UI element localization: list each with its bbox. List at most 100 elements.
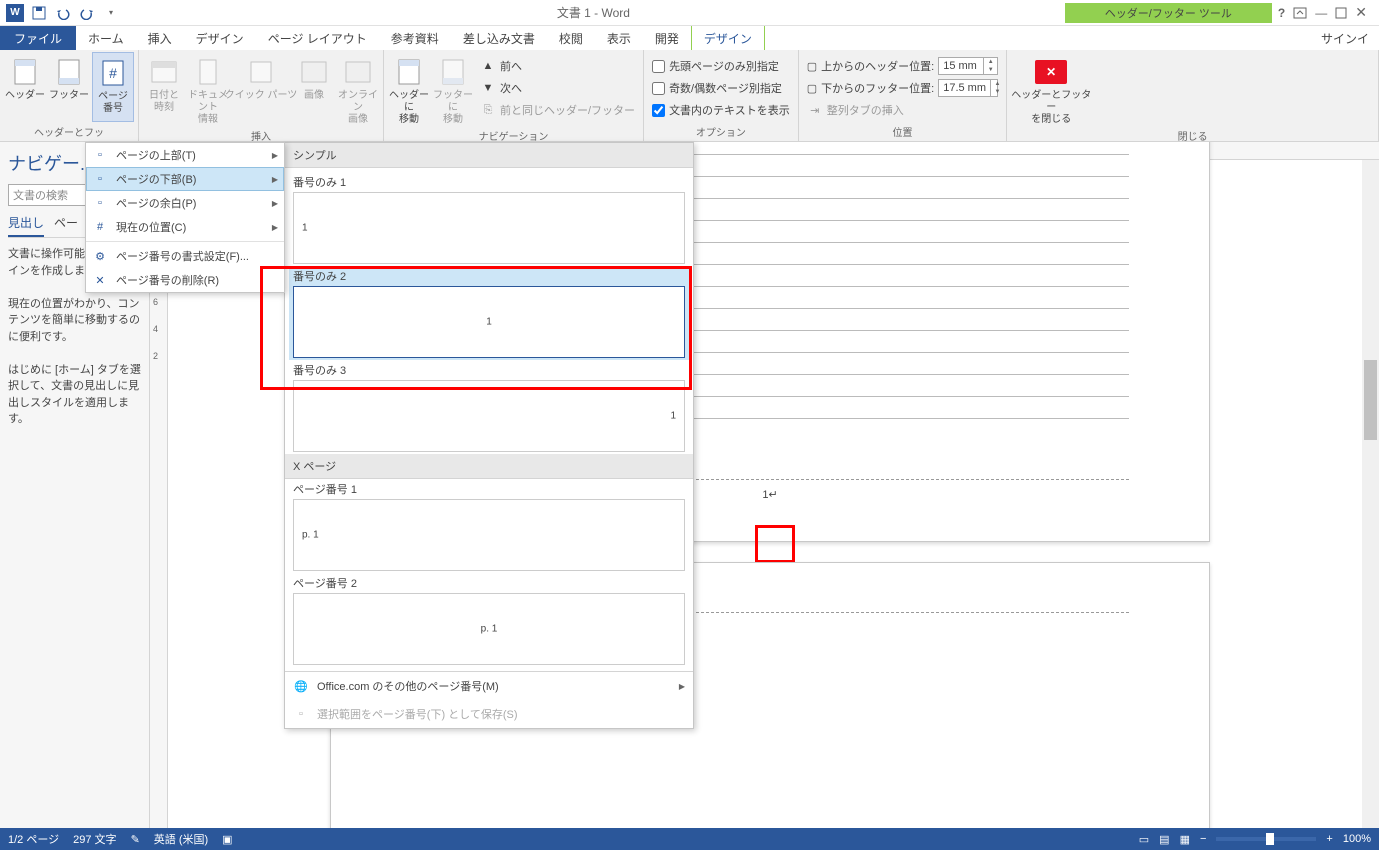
vertical-scrollbar[interactable] — [1362, 160, 1379, 828]
ribbon-tabs: ファイル ホーム 挿入 デザイン ページ レイアウト 参考資料 差し込み文書 校… — [0, 26, 1379, 50]
footer-from-bottom-input[interactable]: 17.5 mm▲▼ — [938, 79, 998, 97]
status-language[interactable]: 英語 (米国) — [154, 831, 208, 847]
menu-remove-page-number[interactable]: ✕ページ番号の削除(R) — [86, 268, 284, 292]
menu-format-page-number[interactable]: ⚙ページ番号の書式設定(F)... — [86, 244, 284, 268]
gallery-item-number-only-1[interactable]: 番号のみ 1 1 — [289, 172, 689, 266]
page-number-dropdown: ▫ページの上部(T)▶ ▫ページの下部(B)▶ ▫ページの余白(P)▶ #現在の… — [85, 142, 285, 293]
context-tool-title: ヘッダー/フッター ツール — [1065, 3, 1272, 23]
group-header-footer: ヘッダー フッター #ページ 番号 ヘッダーとフッ — [0, 50, 139, 141]
maximize-icon[interactable] — [1335, 7, 1347, 19]
gallery-office-more[interactable]: 🌐Office.com のその他のページ番号(M)▶ — [285, 672, 693, 700]
format-icon: ⚙ — [92, 248, 108, 264]
menu-page-bottom[interactable]: ▫ページの下部(B)▶ — [86, 167, 284, 191]
chevron-right-icon: ▶ — [272, 175, 278, 184]
status-proofing-icon[interactable]: ✎ — [131, 833, 140, 846]
page-number-gallery: シンプル 番号のみ 1 1 番号のみ 2 1 番号のみ 3 1 X ページ ペー… — [284, 142, 694, 729]
header-from-top-label: 上からのヘッダー位置: — [821, 58, 934, 74]
datetime-button[interactable]: 日付と 時刻 — [143, 52, 185, 126]
online-picture-button[interactable]: オンライン 画像 — [337, 52, 379, 126]
footer-button[interactable]: フッター — [48, 52, 90, 122]
footer-from-bottom-icon: ▢ — [807, 82, 817, 95]
status-words[interactable]: 297 文字 — [73, 831, 116, 847]
menu-current-position[interactable]: #現在の位置(C)▶ — [86, 215, 284, 239]
undo-icon[interactable] — [52, 2, 74, 24]
page-number-button[interactable]: #ページ 番号 — [92, 52, 134, 122]
status-macro-icon[interactable]: ▣ — [222, 833, 232, 846]
remove-icon: ✕ — [92, 272, 108, 288]
gallery-item-number-only-2[interactable]: 番号のみ 2 1 — [289, 266, 689, 360]
picture-button[interactable]: 画像 — [293, 52, 335, 126]
nav-tab-pages[interactable]: ペー — [54, 214, 78, 237]
window-controls: ? — ✕ — [1278, 4, 1379, 21]
diff-first-page-checkbox[interactable]: 先頭ページのみ別指定 — [648, 56, 794, 76]
spin-down-icon[interactable]: ▼ — [983, 66, 997, 74]
group-position: ▢ 上からのヘッダー位置: 15 mm▲▼ ▢ 下からのフッター位置: 17.5… — [799, 50, 1007, 141]
tab-hf-design[interactable]: デザイン — [691, 26, 765, 50]
minimize-icon[interactable]: — — [1315, 6, 1327, 20]
help-icon[interactable]: ? — [1278, 6, 1285, 20]
next-section-button[interactable]: ▼次へ — [476, 78, 639, 98]
footer-from-bottom-label: 下からのフッター位置: — [821, 80, 934, 96]
footer-from-bottom-row: ▢ 下からのフッター位置: 17.5 mm▲▼ — [803, 78, 1002, 98]
gallery-item-page-number-2[interactable]: ページ番号 2 p. 1 — [289, 573, 689, 667]
footer-page-number: 1 — [762, 489, 768, 501]
signin-link[interactable]: サインイ — [1321, 26, 1379, 50]
title-bar: W ▾ 文書 1 - Word ヘッダー/フッター ツール ? — ✕ — [0, 0, 1379, 26]
prev-section-button[interactable]: ▲前へ — [476, 56, 639, 76]
spin-up-icon[interactable]: ▲ — [990, 80, 1004, 88]
zoom-level[interactable]: 100% — [1343, 833, 1371, 845]
tab-mailings[interactable]: 差し込み文書 — [451, 26, 547, 50]
view-read-icon[interactable]: ▭ — [1139, 833, 1149, 846]
tab-home[interactable]: ホーム — [76, 26, 136, 50]
main-area: ナビゲー... 文書の検索 🔍 見出し ペー 文書に操作可能なアウトラインを作成… — [0, 142, 1379, 828]
view-print-icon[interactable]: ▤ — [1159, 833, 1169, 846]
status-page[interactable]: 1/2 ページ — [8, 831, 59, 847]
close-hf-button[interactable]: ✕ ヘッダーとフッター を閉じる — [1011, 52, 1091, 126]
tab-developer[interactable]: 開発 — [643, 26, 691, 50]
tab-view[interactable]: 表示 — [595, 26, 643, 50]
goto-header-button[interactable]: ヘッダーに 移動 — [388, 52, 430, 126]
gallery-item-number-only-3[interactable]: 番号のみ 3 1 — [289, 360, 689, 454]
tab-layout[interactable]: ページ レイアウト — [256, 26, 379, 50]
spin-down-icon[interactable]: ▼ — [990, 88, 1004, 96]
spin-up-icon[interactable]: ▲ — [983, 58, 997, 66]
ribbon: ヘッダー フッター #ページ 番号 ヘッダーとフッ 日付と 時刻 ドキュメント … — [0, 50, 1379, 142]
insert-align-tab-button[interactable]: ⇥整列タブの挿入 — [803, 100, 1002, 120]
diff-odd-even-checkbox[interactable]: 奇数/偶数ページ別指定 — [648, 78, 794, 98]
gallery-save-selection: ▫選択範囲をページ番号(下) として保存(S) — [285, 700, 693, 728]
menu-page-top[interactable]: ▫ページの上部(T)▶ — [86, 143, 284, 167]
tab-design[interactable]: デザイン — [184, 26, 256, 50]
gallery-header-xpage: X ページ — [285, 454, 693, 479]
close-icon[interactable]: ✕ — [1355, 4, 1367, 21]
qat-customize-icon[interactable]: ▾ — [100, 2, 122, 24]
goto-footer-button[interactable]: フッターに 移動 — [432, 52, 474, 126]
tab-insert[interactable]: 挿入 — [136, 26, 184, 50]
header-from-top-icon: ▢ — [807, 60, 817, 73]
tab-review[interactable]: 校閲 — [547, 26, 595, 50]
view-web-icon[interactable]: ▦ — [1180, 833, 1190, 846]
group-navigation: ヘッダーに 移動 フッターに 移動 ▲前へ ▼次へ ⎘前と同じヘッダー/フッター… — [384, 50, 644, 141]
menu-page-margins[interactable]: ▫ページの余白(P)▶ — [86, 191, 284, 215]
link-previous-button[interactable]: ⎘前と同じヘッダー/フッター — [476, 100, 639, 120]
zoom-slider[interactable] — [1216, 837, 1316, 841]
page-margins-icon: ▫ — [92, 195, 108, 211]
group-close: ✕ ヘッダーとフッター を閉じる 閉じる — [1007, 50, 1379, 141]
ribbon-display-icon[interactable] — [1293, 7, 1307, 19]
tab-file[interactable]: ファイル — [0, 26, 76, 50]
group-insert: 日付と 時刻 ドキュメント 情報 クイック パーツ 画像 オンライン 画像 挿入 — [139, 50, 384, 141]
zoom-out-icon[interactable]: − — [1200, 833, 1206, 845]
nav-tab-headings[interactable]: 見出し — [8, 214, 44, 237]
save-icon[interactable] — [28, 2, 50, 24]
quickparts-button[interactable]: クイック パーツ — [231, 52, 291, 126]
chevron-right-icon: ▶ — [679, 682, 685, 691]
show-doc-text-checkbox[interactable]: 文書内のテキストを表示 — [648, 100, 794, 120]
tab-references[interactable]: 参考資料 — [379, 26, 451, 50]
header-from-top-input[interactable]: 15 mm▲▼ — [938, 57, 998, 75]
page-bottom-icon: ▫ — [92, 171, 108, 187]
gallery-item-page-number-1[interactable]: ページ番号 1 p. 1 — [289, 479, 689, 573]
docinfo-button[interactable]: ドキュメント 情報 — [187, 52, 229, 126]
status-bar: 1/2 ページ 297 文字 ✎ 英語 (米国) ▣ ▭ ▤ ▦ − + 100… — [0, 828, 1379, 850]
redo-icon[interactable] — [76, 2, 98, 24]
zoom-in-icon[interactable]: + — [1326, 833, 1332, 845]
header-button[interactable]: ヘッダー — [4, 52, 46, 122]
